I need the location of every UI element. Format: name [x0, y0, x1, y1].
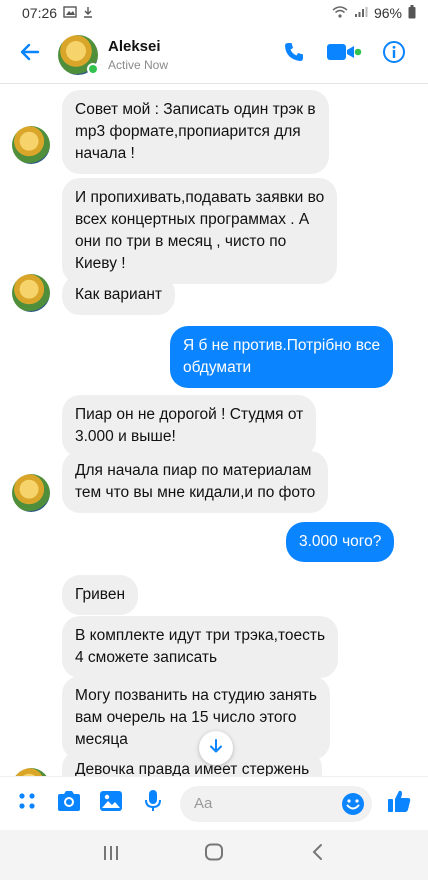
message-bubble-outgoing[interactable]: Я б не против.Потрібно все обдумати — [170, 326, 394, 388]
message-input[interactable] — [194, 795, 344, 812]
message-bubble[interactable]: Совет мой : Записать один трэк в mp3 фор… — [62, 90, 329, 174]
back-button[interactable] — [8, 33, 52, 77]
image-notification-icon — [63, 5, 77, 21]
message-bubble[interactable]: Пиар он не дорогой ! Студмя от 3.000 и в… — [62, 395, 317, 457]
chat-header: Aleksei Active Now — [0, 26, 428, 84]
sender-avatar[interactable] — [12, 274, 50, 312]
more-actions-button[interactable] — [12, 789, 42, 819]
microphone-icon — [144, 789, 162, 818]
sender-avatar[interactable] — [12, 474, 50, 512]
gallery-button[interactable] — [96, 789, 126, 819]
system-navigation-bar — [0, 830, 428, 880]
status-bar: 07:26 96% — [0, 0, 428, 26]
video-call-button[interactable] — [326, 41, 362, 68]
thumbs-up-icon — [386, 788, 412, 819]
wifi-icon — [332, 5, 348, 21]
message-bubble[interactable]: В комплекте идут три трэка,тоесть 4 смож… — [62, 616, 339, 678]
message-bubble[interactable]: Как вариант — [62, 275, 175, 315]
scroll-down-button[interactable] — [199, 731, 233, 765]
battery-icon — [408, 4, 416, 22]
message-bubble[interactable]: Для начала пиар по материалам тем что вы… — [62, 451, 329, 513]
arrow-left-icon — [18, 40, 42, 69]
battery-level: 96% — [373, 5, 402, 21]
info-icon — [382, 40, 406, 69]
emoji-button[interactable] — [340, 791, 366, 822]
contact-avatar-wrap[interactable] — [58, 34, 99, 75]
message-bubble-outgoing[interactable]: 3.000 чого? — [286, 522, 395, 562]
message-bubble[interactable]: Могу позванить на студию занять вам очер… — [62, 676, 330, 760]
message-bubble[interactable]: Девочка правда имеет стержень — [62, 750, 323, 776]
contact-name: Aleksei — [108, 37, 161, 55]
voice-message-button[interactable] — [138, 789, 168, 819]
phone-icon — [282, 40, 306, 69]
recent-apps-icon — [102, 844, 120, 867]
camera-button[interactable] — [54, 789, 84, 819]
message-bubble[interactable]: И пропихивать,подавать заявки во всех ко… — [62, 178, 338, 284]
status-time: 07:26 — [22, 5, 58, 21]
system-back-button[interactable] — [297, 835, 337, 875]
home-icon — [204, 843, 224, 867]
online-indicator — [87, 62, 99, 75]
composer — [0, 776, 428, 830]
contact-status: Active Now — [108, 57, 169, 72]
home-button[interactable] — [194, 835, 234, 875]
message-input-box[interactable] — [180, 785, 372, 822]
image-icon — [99, 790, 123, 817]
sender-avatar[interactable] — [12, 768, 50, 776]
message-list[interactable]: Совет мой : Записать один трэк в mp3 фор… — [0, 84, 428, 776]
signal-icon — [354, 6, 368, 21]
message-bubble[interactable]: Гривен — [62, 575, 139, 615]
like-button[interactable] — [384, 789, 414, 819]
call-button[interactable] — [282, 40, 306, 69]
chevron-left-icon — [310, 843, 324, 867]
arrow-down-icon — [208, 738, 224, 759]
dots-grid-icon — [17, 791, 37, 816]
sender-avatar[interactable] — [12, 126, 50, 164]
recent-apps-button[interactable] — [91, 835, 131, 875]
camera-icon — [56, 790, 82, 817]
download-notification-icon — [83, 6, 93, 21]
video-camera-icon — [326, 41, 362, 68]
smiley-icon — [342, 792, 364, 815]
info-button[interactable] — [382, 40, 406, 69]
contact-info[interactable]: Aleksei Active Now — [108, 38, 282, 72]
